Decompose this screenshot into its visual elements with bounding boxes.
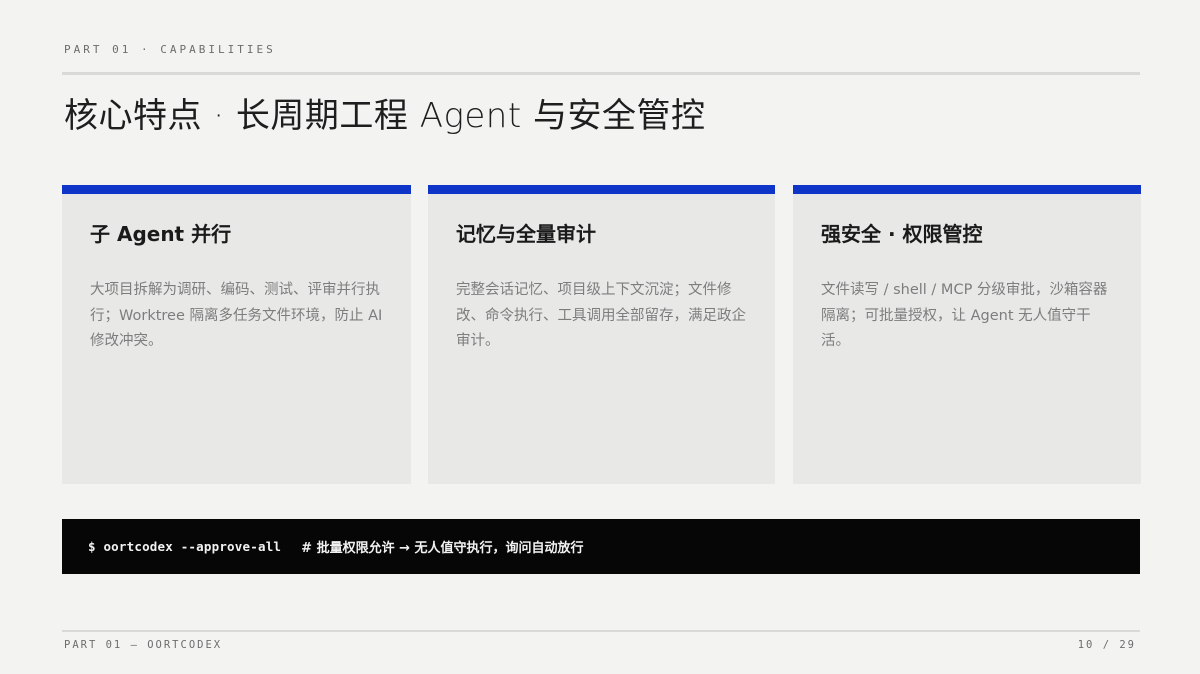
card-body: 文件读写 / shell / MCP 分级审批，沙箱容器隔离；可批量授权，让 A… <box>821 282 1108 349</box>
card-title: 记忆与全量审计 <box>456 222 596 246</box>
command-bar: $ oortcodex --approve-all # 批量权限允许 → 无人值… <box>62 519 1140 574</box>
feature-card-sub-agent: 子 Agent 并行 大项目拆解为调研、编码、测试、评审并行执行；Worktre… <box>62 185 411 484</box>
feature-cards: 子 Agent 并行 大项目拆解为调研、编码、测试、评审并行执行；Worktre… <box>62 185 1141 484</box>
command-comment: # 批量权限允许 → 无人值守执行，询问自动放行 <box>301 541 584 556</box>
card-body: 完整会话记忆、项目级上下文沉淀；文件修改、命令执行、工具调用全部留存，满足政企审… <box>456 282 746 349</box>
feature-card-memory-audit: 记忆与全量审计 完整会话记忆、项目级上下文沉淀；文件修改、命令执行、工具调用全部… <box>428 185 775 484</box>
card-title: 强安全 · 权限管控 <box>821 222 983 246</box>
feature-card-security: 强安全 · 权限管控 文件读写 / shell / MCP 分级审批，沙箱容器隔… <box>793 185 1141 484</box>
slide: PART 01 · CAPABILITIES 核心特点 · 长周期工程 Agen… <box>0 0 1200 674</box>
section-eyebrow: PART 01 · CAPABILITIES <box>64 43 276 56</box>
page-number: 10 / 29 <box>1077 639 1136 651</box>
command-text: $ oortcodex --approve-all <box>88 539 282 554</box>
top-divider <box>62 72 1140 75</box>
card-body: 大项目拆解为调研、编码、测试、评审并行执行；Worktree 隔离多任务文件环境… <box>90 282 383 349</box>
page-title: 核心特点 · 长周期工程 Agent 与安全管控 <box>64 96 706 136</box>
bottom-divider <box>62 630 1140 632</box>
card-title: 子 Agent 并行 <box>90 222 232 246</box>
footer-section-label: PART 01 — OORTCODEX <box>64 639 223 651</box>
